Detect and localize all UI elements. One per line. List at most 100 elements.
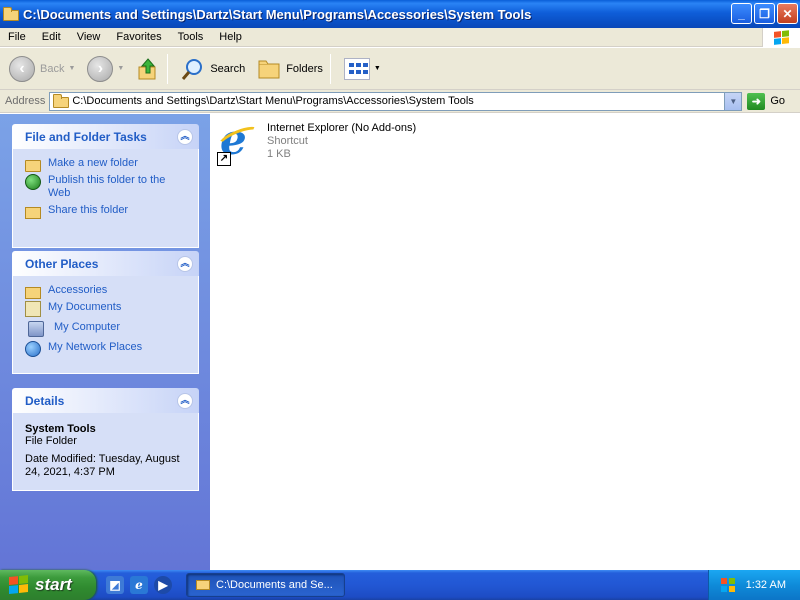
task-share-folder[interactable]: Share this folder bbox=[25, 204, 188, 219]
back-label: Back bbox=[40, 62, 65, 75]
chevron-down-icon[interactable]: ▼ bbox=[724, 92, 742, 110]
toolbar-separator bbox=[167, 53, 169, 84]
quick-launch: ◩ e ▶ bbox=[106, 576, 172, 594]
go-arrow-icon: ➜ bbox=[747, 92, 766, 110]
folder-icon bbox=[53, 93, 70, 108]
task-make-new-folder[interactable]: Make a new folder bbox=[25, 157, 188, 172]
menu-help[interactable]: Help bbox=[211, 31, 250, 43]
toolbar-separator bbox=[329, 53, 331, 84]
new-folder-icon bbox=[25, 160, 41, 172]
place-label: My Documents bbox=[48, 301, 122, 313]
network-icon bbox=[25, 341, 41, 357]
menu-bar: File Edit View Favorites Tools Help bbox=[0, 28, 800, 47]
task-publish-folder[interactable]: Publish this folder to the Web bbox=[25, 174, 188, 200]
place-label: My Computer bbox=[54, 321, 121, 333]
collapse-icon[interactable]: ︽ bbox=[177, 128, 193, 145]
folder-icon bbox=[196, 580, 210, 590]
system-tray: 1:32 AM bbox=[708, 570, 800, 600]
views-button[interactable]: ▼ bbox=[341, 51, 384, 87]
views-icon bbox=[343, 57, 370, 80]
chevron-down-icon[interactable]: ▼ bbox=[68, 65, 75, 72]
taskbar-window-label: C:\Documents and Se... bbox=[216, 579, 333, 591]
clock[interactable]: 1:32 AM bbox=[746, 579, 786, 591]
place-label: Accessories bbox=[48, 284, 108, 296]
close-button[interactable]: ✕ bbox=[777, 3, 798, 24]
menu-favorites[interactable]: Favorites bbox=[108, 31, 169, 43]
internet-explorer-icon[interactable]: e bbox=[130, 576, 148, 594]
file-size: 1 KB bbox=[267, 148, 291, 160]
shortcut-arrow-icon: ↗ bbox=[217, 152, 231, 166]
place-accessories[interactable]: Accessories bbox=[25, 284, 188, 299]
forward-button[interactable]: › ▼ bbox=[84, 51, 127, 87]
file-folder-tasks-panel: File and Folder Tasks ︽ Make a new folde… bbox=[12, 124, 199, 248]
task-pane: File and Folder Tasks ︽ Make a new folde… bbox=[0, 114, 210, 570]
search-icon bbox=[182, 58, 203, 80]
details-name: System Tools bbox=[25, 423, 96, 435]
folders-button[interactable]: Folders bbox=[254, 51, 326, 87]
back-button[interactable]: ‹ Back ▼ bbox=[6, 51, 78, 87]
media-player-icon[interactable]: ▶ bbox=[154, 576, 172, 594]
collapse-icon[interactable]: ︽ bbox=[177, 255, 193, 272]
details-panel: Details ︽ System Tools File Folder Date … bbox=[12, 388, 199, 491]
details-type: File Folder bbox=[25, 435, 77, 447]
details-modified: Date Modified: Tuesday, August 24, 2021,… bbox=[25, 453, 180, 478]
address-bar: Address C:\Documents and Settings\Dartz\… bbox=[0, 90, 800, 113]
start-button[interactable]: start bbox=[0, 570, 96, 600]
windows-logo-icon bbox=[762, 28, 800, 47]
up-folder-button[interactable] bbox=[133, 51, 163, 87]
forward-arrow-icon: › bbox=[87, 55, 114, 82]
file-item[interactable]: e ↗ Internet Explorer (No Add-ons) Short… bbox=[215, 119, 417, 166]
address-value: C:\Documents and Settings\Dartz\Start Me… bbox=[72, 95, 474, 107]
title-bar[interactable]: C:\Documents and Settings\Dartz\Start Me… bbox=[0, 0, 800, 28]
search-button[interactable]: Search bbox=[178, 51, 248, 87]
go-label: Go bbox=[770, 95, 786, 107]
minimize-button[interactable]: _ bbox=[731, 3, 752, 24]
task-label: Share this folder bbox=[48, 204, 129, 216]
publish-web-icon bbox=[25, 174, 41, 190]
start-label: start bbox=[35, 575, 72, 594]
computer-icon bbox=[28, 321, 44, 337]
folders-label: Folders bbox=[286, 62, 323, 75]
folder-icon bbox=[25, 287, 41, 299]
address-input[interactable]: C:\Documents and Settings\Dartz\Start Me… bbox=[49, 91, 743, 111]
windows-logo-icon bbox=[9, 575, 29, 595]
internet-explorer-icon: e ↗ bbox=[215, 119, 263, 166]
panel-title: File and Folder Tasks bbox=[25, 129, 147, 144]
my-documents-icon bbox=[25, 301, 41, 317]
show-desktop-icon[interactable]: ◩ bbox=[106, 576, 124, 594]
panel-title: Other Places bbox=[25, 256, 99, 271]
task-label: Publish this folder to the Web bbox=[48, 174, 166, 199]
chevron-down-icon[interactable]: ▼ bbox=[374, 65, 381, 72]
menu-edit[interactable]: Edit bbox=[34, 31, 69, 43]
collapse-icon[interactable]: ︽ bbox=[177, 392, 193, 409]
taskbar: start ◩ e ▶ C:\Documents and Se... 1:32 … bbox=[0, 570, 800, 600]
file-type: Shortcut bbox=[267, 135, 308, 147]
menu-file[interactable]: File bbox=[0, 31, 34, 43]
panel-header[interactable]: File and Folder Tasks ︽ bbox=[12, 124, 199, 149]
toolbar: ‹ Back ▼ › ▼ Search Folders ▼ bbox=[0, 48, 800, 90]
back-arrow-icon: ‹ bbox=[9, 55, 35, 82]
folder-icon bbox=[3, 7, 19, 21]
menu-tools[interactable]: Tools bbox=[170, 31, 212, 43]
file-list[interactable]: e ↗ Internet Explorer (No Add-ons) Short… bbox=[210, 114, 800, 570]
other-places-panel: Other Places ︽ Accessories My Documents … bbox=[12, 251, 199, 374]
place-my-network-places[interactable]: My Network Places bbox=[25, 341, 188, 357]
panel-header[interactable]: Other Places ︽ bbox=[12, 251, 199, 276]
up-folder-icon bbox=[136, 56, 160, 82]
menu-view[interactable]: View bbox=[69, 31, 109, 43]
share-folder-icon bbox=[25, 207, 41, 219]
place-my-documents[interactable]: My Documents bbox=[25, 301, 188, 317]
maximize-button[interactable]: ❐ bbox=[754, 3, 775, 24]
go-button[interactable]: ➜ Go bbox=[747, 92, 786, 110]
panel-title: Details bbox=[25, 393, 65, 408]
search-label: Search bbox=[210, 62, 246, 75]
windows-security-icon[interactable] bbox=[720, 577, 736, 593]
address-label: Address bbox=[5, 95, 46, 107]
folders-icon bbox=[258, 60, 280, 78]
task-label: Make a new folder bbox=[48, 157, 138, 169]
panel-header[interactable]: Details ︽ bbox=[12, 388, 199, 413]
taskbar-window-button[interactable]: C:\Documents and Se... bbox=[186, 573, 345, 597]
file-name: Internet Explorer (No Add-ons) bbox=[267, 122, 417, 134]
chevron-down-icon[interactable]: ▼ bbox=[117, 65, 124, 72]
place-my-computer[interactable]: My Computer bbox=[25, 321, 188, 337]
